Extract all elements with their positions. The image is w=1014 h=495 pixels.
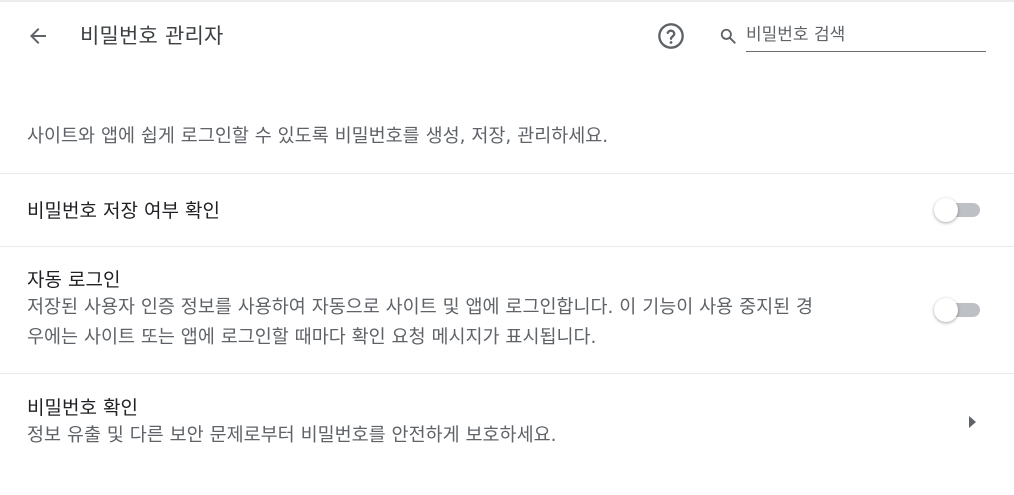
- help-button[interactable]: [655, 20, 687, 52]
- password-checkup-title: 비밀번호 확인: [27, 397, 138, 419]
- back-button[interactable]: [22, 20, 54, 52]
- auto-signin-description: 저장된 사용자 인증 정보를 사용하여 자동으로 사이트 및 앱에 로그인합니다…: [27, 293, 907, 353]
- offer-to-save-toggle[interactable]: [934, 198, 982, 222]
- password-checkup-row[interactable]: 비밀번호 확인 정보 유출 및 다른 보안 문제로부터 비밀번호를 안전하게 보…: [0, 374, 1014, 470]
- triangle-right-icon: [969, 416, 976, 428]
- offer-to-save-title: 비밀번호 저장 여부 확인: [27, 200, 220, 222]
- toggle-knob: [934, 298, 958, 322]
- auto-signin-row: 자동 로그인 저장된 사용자 인증 정보를 사용하여 자동으로 사이트 및 앱에…: [0, 247, 1014, 373]
- auto-signin-description-line2: 우에는 사이트 또는 앱에 로그인할 때마다 확인 요청 메시지가 표시됩니다.: [27, 327, 597, 348]
- offer-to-save-row: 비밀번호 저장 여부 확인: [0, 174, 1014, 246]
- password-checkup-arrow-button[interactable]: [958, 408, 986, 436]
- password-checkup-description: 정보 유출 및 다른 보안 문제로부터 비밀번호를 안전하게 보호하세요.: [27, 425, 557, 446]
- auto-signin-description-line1: 저장된 사용자 인증 정보를 사용하여 자동으로 사이트 및 앱에 로그인합니다…: [27, 297, 814, 318]
- page-title: 비밀번호 관리자: [80, 24, 224, 48]
- page-description: 사이트와 앱에 쉽게 로그인할 수 있도록 비밀번호를 생성, 저장, 관리하세…: [27, 126, 609, 147]
- toggle-knob: [934, 198, 958, 222]
- auto-signin-title: 자동 로그인: [27, 269, 121, 291]
- search-icon: [720, 28, 736, 44]
- arrow-left-icon: [30, 28, 46, 44]
- auto-signin-toggle[interactable]: [934, 298, 982, 322]
- page-header: 비밀번호 관리자: [0, 2, 1014, 66]
- help-circle-icon: [658, 23, 684, 49]
- search-input[interactable]: [746, 18, 986, 52]
